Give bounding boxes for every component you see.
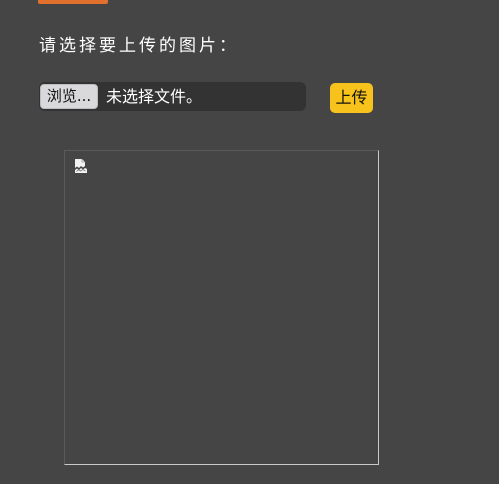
image-preview bbox=[64, 150, 379, 465]
upload-button[interactable]: 上传 bbox=[330, 83, 373, 113]
browse-button[interactable]: 浏览... bbox=[40, 84, 98, 109]
upload-prompt-label: 请选择要上传的图片： bbox=[39, 36, 239, 56]
file-input[interactable]: 浏览... 未选择文件。 bbox=[39, 82, 306, 111]
header-accent-bar bbox=[38, 0, 108, 4]
file-status-text: 未选择文件。 bbox=[106, 87, 203, 106]
broken-image-icon bbox=[75, 159, 87, 173]
